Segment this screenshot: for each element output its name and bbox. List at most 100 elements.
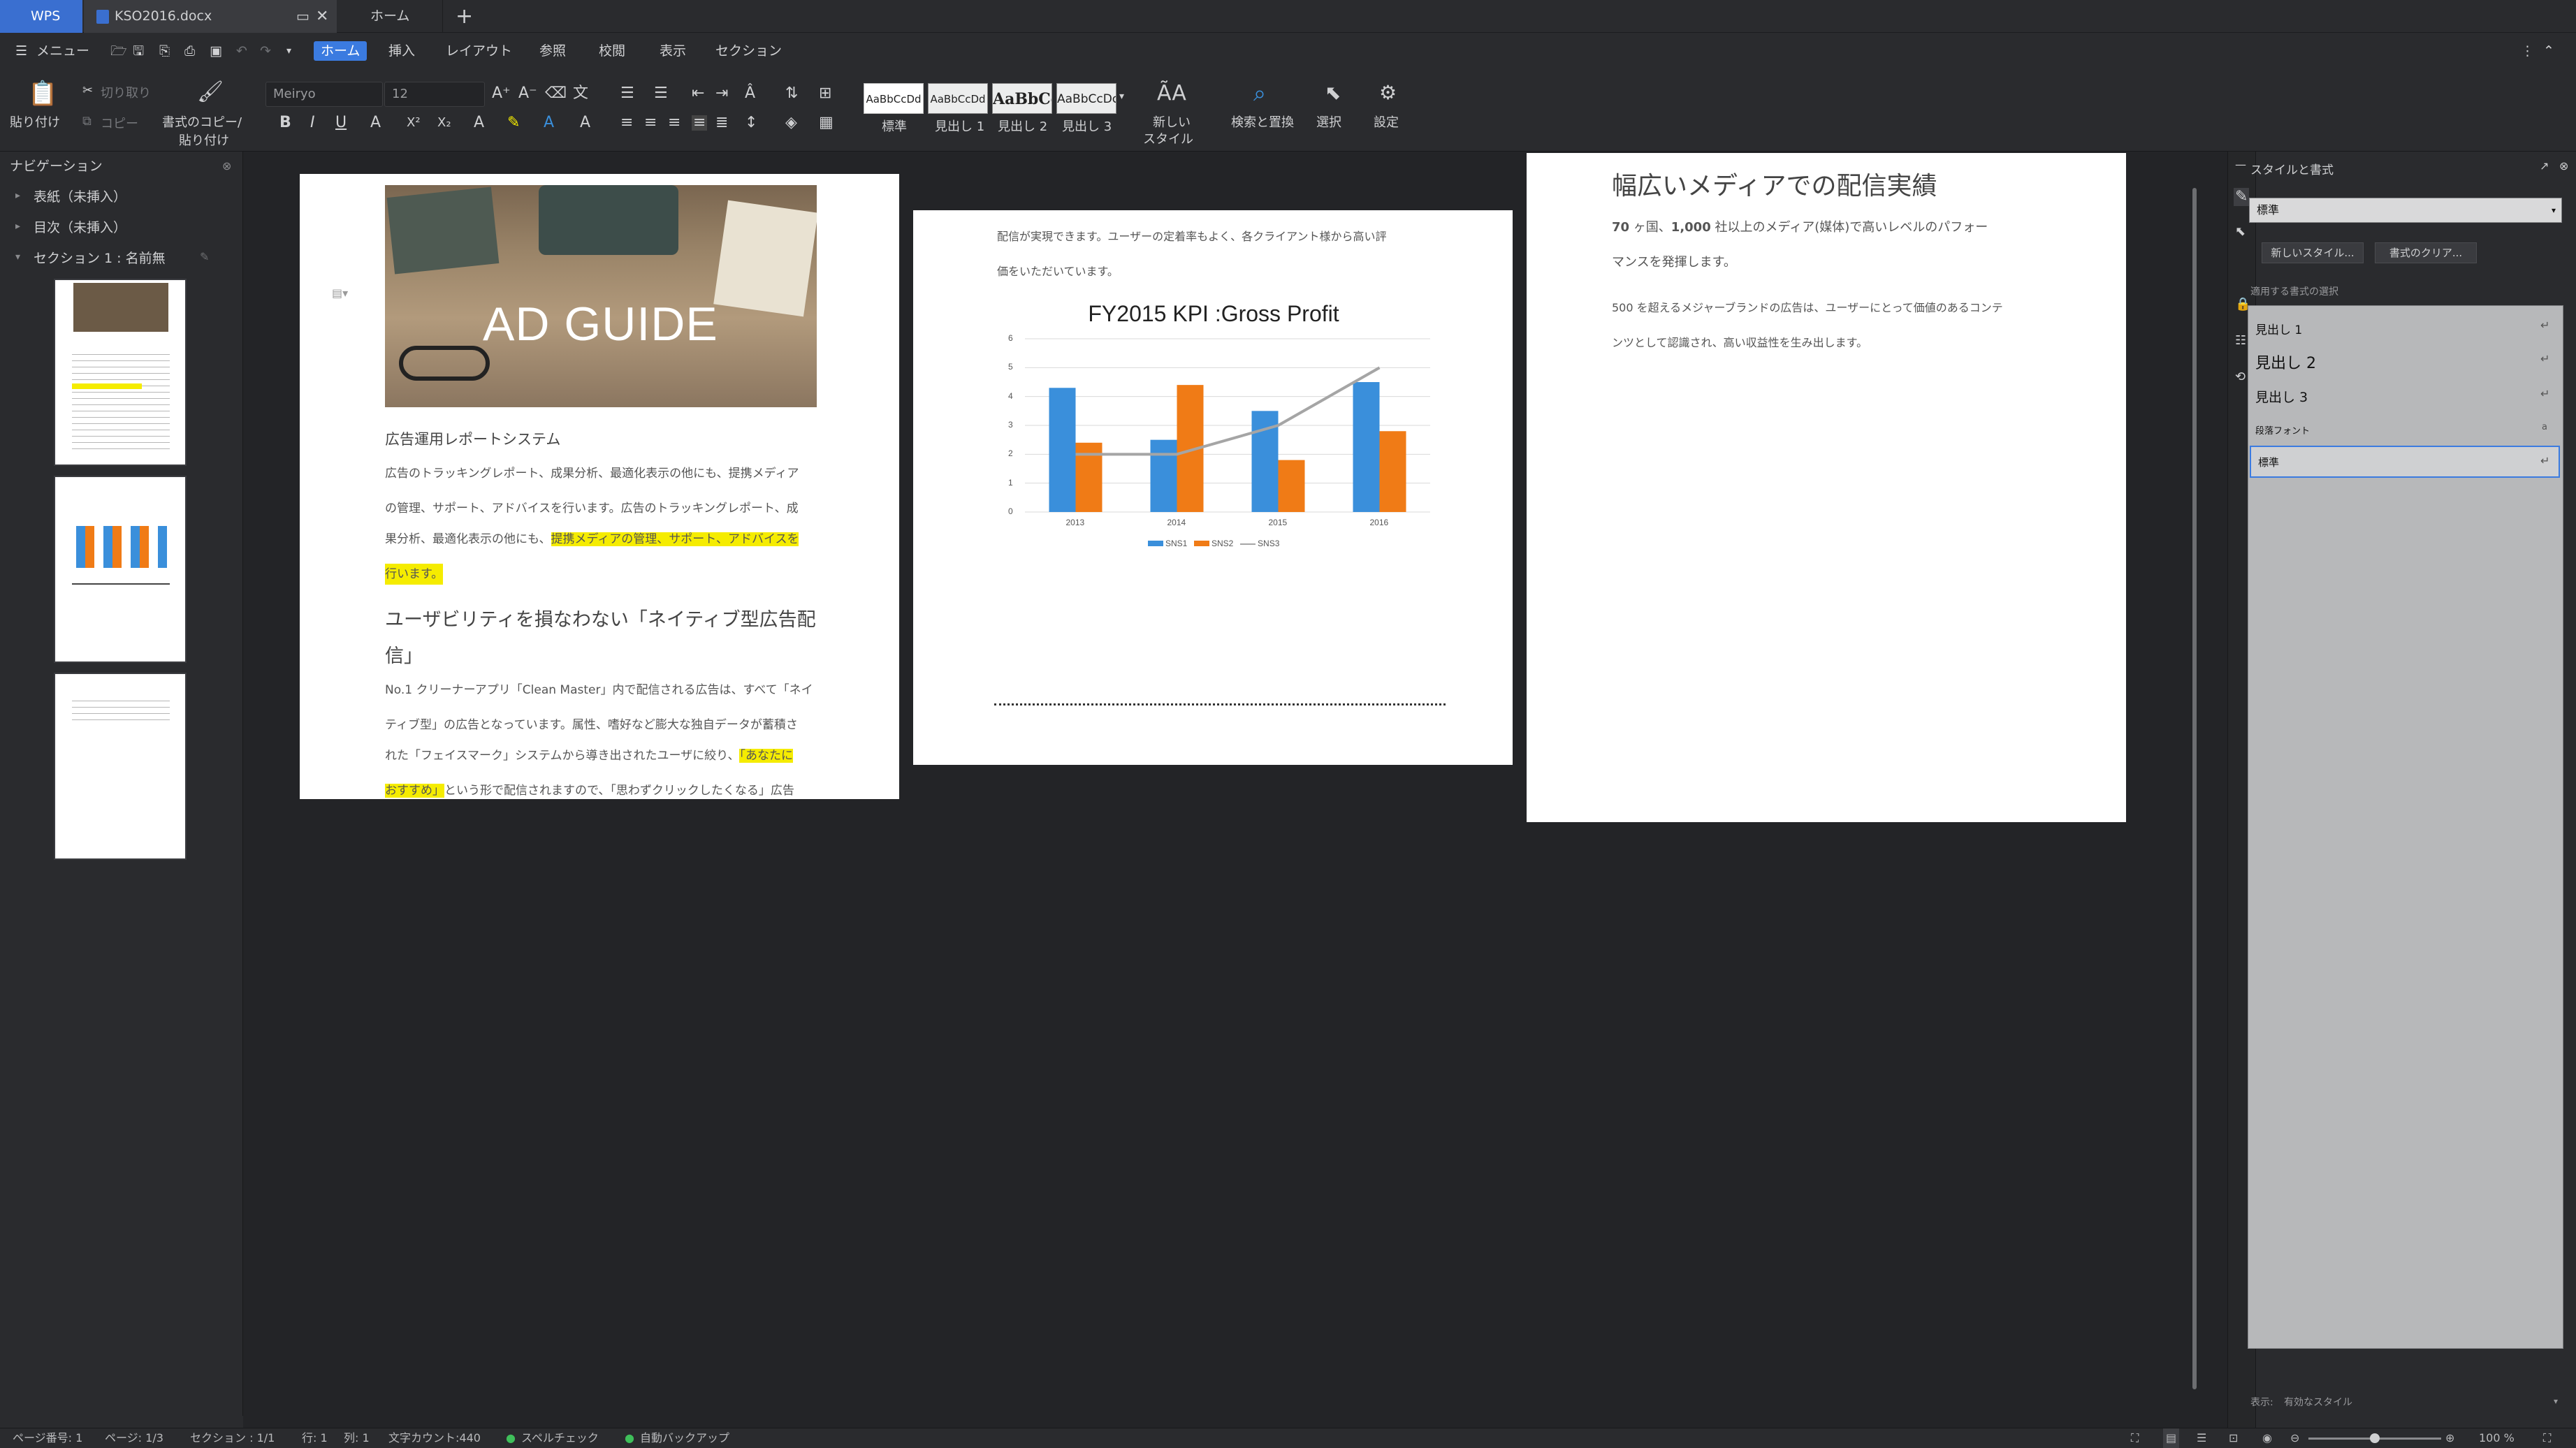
cut-icon[interactable]: ✂: [82, 83, 93, 98]
save-icon[interactable]: 🖫: [133, 41, 144, 61]
vertical-scrollbar[interactable]: [2189, 152, 2202, 1405]
menu-view[interactable]: 表示: [660, 41, 686, 61]
format-copy-label[interactable]: 書式のコピー/: [162, 112, 242, 131]
page-1[interactable]: ▤▾ AD GUIDE 広告運用レポートシステム 広告のトラッキングレポート、成…: [300, 174, 899, 799]
close-pane-icon[interactable]: ⊗: [2559, 159, 2568, 174]
text-effect-icon[interactable]: A: [474, 115, 484, 131]
page-options-icon[interactable]: ▤▾: [332, 286, 348, 301]
format-copy-icon[interactable]: 🖌: [197, 82, 224, 103]
expand-icon[interactable]: ▸: [15, 219, 20, 234]
current-style-select[interactable]: 標準 ▾: [2249, 198, 2562, 223]
new-tab-button[interactable]: +: [447, 0, 475, 33]
read-mode-icon[interactable]: ◉: [2262, 1428, 2272, 1448]
fit-view-icon[interactable]: ⛶: [2131, 1428, 2139, 1448]
copy-button[interactable]: コピー: [101, 114, 138, 132]
select-button[interactable]: 選択: [1316, 112, 1341, 131]
style-item-heading1[interactable]: 見出し 1 ↵: [2248, 312, 2563, 342]
print-icon[interactable]: ⎙: [184, 41, 195, 61]
bullets-icon[interactable]: ☰: [620, 86, 634, 101]
select-icon[interactable]: ⬉: [2235, 224, 2246, 240]
chevron-down-icon[interactable]: ▾: [2554, 1394, 2558, 1409]
increase-indent-icon[interactable]: ⇥: [715, 86, 728, 101]
nav-item-section[interactable]: セクション 1 : 名前無: [34, 248, 166, 267]
style-heading3-preview[interactable]: AaBbCcDc: [1056, 83, 1116, 114]
monitor-icon[interactable]: ▭: [296, 0, 310, 33]
numbering-icon[interactable]: ☰: [654, 86, 668, 101]
nav-item-toc[interactable]: 目次（未挿入）: [34, 217, 126, 236]
align-right-icon[interactable]: ≡: [668, 115, 681, 131]
hamburger-menu-icon[interactable]: ☰: [15, 41, 27, 61]
grow-font-icon[interactable]: A⁺: [492, 86, 511, 101]
style-item-paragraph-font[interactable]: 段落フォント a: [2248, 415, 2563, 443]
find-replace-button[interactable]: 検索と置換: [1231, 112, 1294, 131]
decrease-indent-icon[interactable]: ⇤: [692, 86, 704, 101]
style-heading1-preview[interactable]: AaBbCcDd: [928, 83, 988, 114]
table-icon[interactable]: ⊞: [819, 86, 831, 101]
popout-icon[interactable]: ↗: [2540, 159, 2549, 174]
status-page[interactable]: ページ: 1/3: [105, 1428, 163, 1448]
open-icon[interactable]: 🗁: [110, 41, 127, 61]
format-painter-icon[interactable]: ⎘: [159, 41, 170, 61]
zoom-slider-thumb[interactable]: [2370, 1433, 2380, 1443]
style-item-heading3[interactable]: 見出し 3 ↵: [2248, 380, 2563, 411]
page-thumbnail-1[interactable]: [54, 279, 187, 466]
web-view-icon[interactable]: ⊡: [2229, 1428, 2238, 1448]
zoom-slider[interactable]: [2308, 1433, 2441, 1443]
style-standard-preview[interactable]: AaBbCcDd: [864, 83, 924, 114]
clear-format-button[interactable]: 書式のクリア...: [2375, 242, 2477, 263]
settings-icon[interactable]: ⚙: [1379, 83, 1397, 103]
menu-section[interactable]: セクション: [715, 41, 782, 61]
close-tab-icon[interactable]: ✕: [316, 0, 328, 33]
zoom-in-icon[interactable]: ⊕: [2445, 1428, 2454, 1448]
align-left-icon[interactable]: ≡: [620, 115, 633, 131]
borders-icon[interactable]: ▦: [819, 115, 834, 131]
menu-references[interactable]: 参照: [539, 41, 566, 61]
more-options-icon[interactable]: ⋮: [2521, 41, 2534, 61]
subscript-icon[interactable]: X₂: [437, 115, 451, 131]
select-cursor-icon[interactable]: ⬉: [1325, 83, 1341, 103]
page-thumbnail-3[interactable]: [54, 673, 187, 860]
tab-home[interactable]: ホーム: [338, 0, 443, 33]
redo-icon[interactable]: ↷: [260, 41, 271, 61]
align-center-icon[interactable]: ≡: [644, 115, 657, 131]
style-gallery-more-icon[interactable]: ▾: [1119, 89, 1124, 104]
main-menu-button[interactable]: メニュー: [36, 41, 89, 61]
style-item-standard[interactable]: 標準 ↵: [2250, 446, 2560, 478]
distributed-icon[interactable]: ≣: [715, 115, 728, 131]
edit-icon[interactable]: ✎: [200, 249, 209, 265]
style-heading1-label[interactable]: 見出し 1: [935, 117, 984, 135]
text-direction-icon[interactable]: Â: [745, 86, 755, 101]
font-name-select[interactable]: Meiryo: [265, 82, 383, 107]
collapse-icon[interactable]: —: [2235, 157, 2246, 173]
styles-pen-icon[interactable]: ✎: [2234, 188, 2250, 206]
font-size-select[interactable]: 12: [384, 82, 485, 107]
paste-button[interactable]: 貼り付け: [10, 112, 60, 131]
expand-icon[interactable]: ▸: [15, 188, 20, 203]
tab-wps[interactable]: WPS: [0, 0, 82, 33]
zoom-out-icon[interactable]: ⊖: [2290, 1428, 2299, 1448]
collapse-ribbon-icon[interactable]: ⌃: [2543, 41, 2554, 61]
collapse-icon[interactable]: ▾: [15, 249, 20, 265]
sort-icon[interactable]: ⇅: [785, 86, 798, 101]
shading-icon[interactable]: ◈: [785, 115, 797, 131]
status-char-count[interactable]: 文字カウント:440: [388, 1428, 481, 1448]
status-spellcheck[interactable]: スペルチェック: [521, 1428, 599, 1448]
undo-icon[interactable]: ↶: [236, 41, 247, 61]
close-pane-icon[interactable]: ⊗: [222, 159, 231, 174]
adjust-icon[interactable]: ☷: [2235, 333, 2246, 349]
paste-icon[interactable]: 📋: [28, 82, 57, 105]
menu-layout[interactable]: レイアウト: [446, 41, 512, 61]
style-heading2-preview[interactable]: AaBbCc: [992, 83, 1052, 114]
font-color-icon[interactable]: A: [544, 115, 554, 131]
nav-item-cover[interactable]: 表紙（未挿入）: [34, 187, 126, 205]
tab-document[interactable]: KSO2016.docx ▭ ✕: [84, 0, 337, 33]
phonetic-icon[interactable]: 文: [573, 86, 588, 101]
zoom-level[interactable]: 100 %: [2479, 1428, 2515, 1448]
history-icon[interactable]: ⟲: [2235, 370, 2246, 385]
clear-format-icon[interactable]: ⌫: [545, 86, 567, 101]
copy-icon[interactable]: ⧉: [82, 114, 92, 129]
outline-view-icon[interactable]: ☰: [2197, 1428, 2206, 1448]
style-standard-label[interactable]: 標準: [882, 117, 907, 135]
shrink-font-icon[interactable]: A⁻: [518, 86, 537, 101]
format-paste-label[interactable]: 貼り付け: [179, 131, 229, 149]
